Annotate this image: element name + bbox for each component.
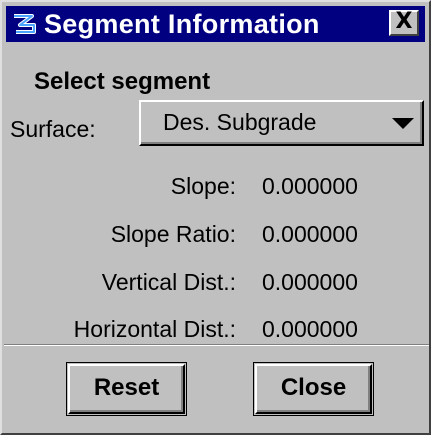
slope-label: Slope: — [170, 173, 236, 199]
app-logo-icon — [10, 10, 38, 38]
title-bar[interactable]: Segment Information X — [6, 6, 425, 42]
slope-ratio-value: 0.000000 — [262, 221, 358, 247]
close-button[interactable]: Close — [255, 364, 372, 414]
close-window-button[interactable]: X — [389, 10, 419, 36]
horizontal-dist-value: 0.000000 — [262, 316, 358, 342]
segment-information-dialog: Segment Information X Select segment Sur… — [0, 0, 431, 435]
surface-label: Surface: — [10, 116, 96, 142]
surface-dropdown[interactable]: Des. Subgrade — [139, 100, 424, 146]
close-icon: X — [395, 9, 413, 34]
select-segment-heading: Select segment — [34, 68, 211, 95]
surface-selected-value: Des. Subgrade — [163, 109, 317, 135]
slope-value: 0.000000 — [262, 173, 358, 199]
divider — [4, 344, 429, 346]
horizontal-dist-label: Horizontal Dist.: — [73, 316, 236, 342]
reset-button[interactable]: Reset — [68, 364, 185, 414]
vertical-dist-value: 0.000000 — [262, 269, 358, 295]
window-title: Segment Information — [44, 9, 320, 39]
slope-ratio-label: Slope Ratio: — [110, 221, 236, 247]
chevron-down-icon — [392, 118, 414, 129]
vertical-dist-label: Vertical Dist.: — [101, 269, 236, 295]
